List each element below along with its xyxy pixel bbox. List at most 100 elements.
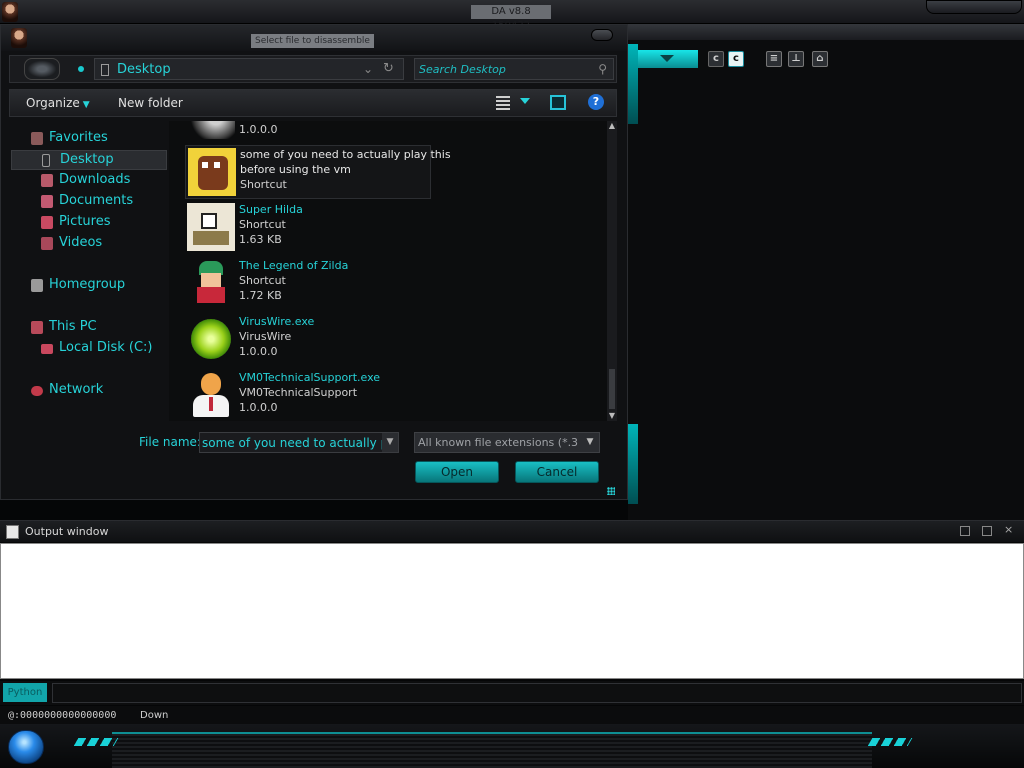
resize-grip-icon[interactable] xyxy=(607,487,615,495)
file-item[interactable]: VM0TechnicalSupport.exe VM0TechnicalSupp… xyxy=(185,369,431,421)
back-forward-icon[interactable] xyxy=(24,58,60,80)
toolbar-graph-icon[interactable]: ⌂ xyxy=(812,51,828,67)
change-view-icon[interactable] xyxy=(496,96,510,110)
search-box[interactable]: ⚲ xyxy=(414,58,614,80)
sidebar-item-label: Network xyxy=(49,382,104,397)
dialog-avatar-icon xyxy=(11,28,27,48)
file-name: VirusWire.exe xyxy=(239,315,315,328)
shortcut-hilda-icon xyxy=(187,203,235,251)
dialog-close-button[interactable] xyxy=(591,29,613,41)
scroll-down-icon[interactable]: ▼ xyxy=(607,411,617,421)
scroll-up-icon[interactable]: ▲ xyxy=(607,121,617,131)
app-icon xyxy=(187,121,235,139)
organize-button[interactable]: Organize ▼ xyxy=(26,96,90,110)
sidebar-item-this-pc[interactable]: This PC xyxy=(9,318,165,338)
command-row: Python xyxy=(0,681,1024,705)
taskbar-lights-right xyxy=(867,738,913,746)
panel-dropdown-button[interactable] xyxy=(638,50,698,68)
python-language-button[interactable]: Python xyxy=(3,683,47,702)
computer-icon xyxy=(31,321,43,334)
navigation-pane: Favorites Desktop Downloads Documents Pi… xyxy=(9,121,167,421)
sidebar-item-videos[interactable]: Videos xyxy=(9,234,165,254)
file-version: 1.0.0.0 xyxy=(239,345,278,358)
sidebar-item-desktop[interactable]: Desktop xyxy=(11,150,167,170)
star-icon xyxy=(31,132,43,145)
address-bar[interactable]: Desktop ⌄ ↻ xyxy=(94,58,404,80)
title-bar: DA v8.8 150422 xyxy=(0,0,1024,31)
file-item[interactable]: Super Hilda Shortcut 1.63 KB xyxy=(185,201,431,255)
open-file-dialog: Select file to disassemble Desktop ⌄ ↻ ⚲… xyxy=(0,24,628,500)
chevron-down-icon[interactable]: ▼ xyxy=(583,433,597,452)
sidebar-item-label: Videos xyxy=(59,235,103,250)
file-item[interactable]: 1.0.0.0 xyxy=(185,121,431,141)
file-item-selected[interactable]: some of you need to actually play this b… xyxy=(185,145,451,199)
sidebar-item-label: Homegroup xyxy=(49,277,126,292)
status-address: @:0000000000000000 xyxy=(8,710,117,721)
sidebar-item-network[interactable]: Network xyxy=(9,381,165,401)
start-button-icon[interactable] xyxy=(8,730,44,764)
status-search-direction: Down xyxy=(140,710,169,721)
sidebar-item-favorites[interactable]: Favorites xyxy=(9,129,165,149)
toolbar-c-highlight-icon[interactable]: c xyxy=(728,51,744,67)
sidebar-item-documents[interactable]: Documents xyxy=(9,192,165,212)
network-icon xyxy=(31,386,43,396)
recent-locations-icon[interactable] xyxy=(78,66,84,72)
sidebar-item-downloads[interactable]: Downloads xyxy=(9,171,165,191)
address-text: Desktop xyxy=(117,62,171,77)
toolbar-list-icon[interactable]: ≡ xyxy=(766,51,782,67)
toolbar-c-icon[interactable]: c xyxy=(708,51,724,67)
file-list-scrollbar[interactable]: ▲ ▼ xyxy=(607,121,617,421)
sidebar-item-pictures[interactable]: Pictures xyxy=(9,213,165,233)
view-dropdown-icon[interactable] xyxy=(520,98,530,104)
scrollbar-thumb[interactable] xyxy=(609,369,615,409)
sidebar-item-homegroup[interactable]: Homegroup xyxy=(9,276,165,296)
file-item[interactable]: VirusWire.exe VirusWire 1.0.0.0 xyxy=(185,313,431,367)
file-name-combo[interactable]: ▼ xyxy=(199,432,399,453)
dialog-caption: Select file to disassemble xyxy=(251,34,374,48)
taskbar-band xyxy=(112,732,872,768)
file-size: 1.72 KB xyxy=(239,289,282,302)
search-input[interactable] xyxy=(419,61,589,77)
file-name: The Legend of Zilda xyxy=(239,259,349,272)
restore-icon[interactable] xyxy=(982,526,992,536)
shortcut-dog-icon xyxy=(188,148,236,196)
open-button[interactable]: Open xyxy=(415,461,499,483)
sidebar-item-label: Downloads xyxy=(59,172,131,187)
preview-pane-icon[interactable] xyxy=(550,95,566,110)
output-window-title: Output window xyxy=(25,525,109,538)
file-type: Shortcut xyxy=(239,218,286,231)
new-folder-button[interactable]: New folder xyxy=(118,96,183,110)
output-text-area[interactable] xyxy=(0,543,1024,679)
close-icon[interactable]: × xyxy=(1004,524,1014,536)
file-type-filter[interactable]: All known file extensions (*.386 ▼ xyxy=(414,432,600,453)
command-input[interactable] xyxy=(52,683,1022,703)
help-icon[interactable]: ? xyxy=(588,94,604,110)
sidebar-item-label: Local Disk (C:) xyxy=(59,340,153,355)
window-controls[interactable] xyxy=(926,0,1022,14)
file-name-continued: before using the vm xyxy=(240,163,351,176)
toolbar-tree-icon[interactable]: ⊥ xyxy=(788,51,804,67)
chevron-down-icon[interactable]: ▼ xyxy=(382,433,398,452)
refresh-icon[interactable]: ↻ xyxy=(383,61,394,76)
status-bar: @:0000000000000000 Down xyxy=(0,706,1024,724)
search-icon[interactable]: ⚲ xyxy=(598,62,607,76)
file-name-input[interactable] xyxy=(202,435,382,451)
sidebar-item-local-disk[interactable]: Local Disk (C:) xyxy=(9,339,165,359)
sidebar-item-label: This PC xyxy=(49,319,97,334)
file-item[interactable]: The Legend of Zilda Shortcut 1.72 KB xyxy=(185,257,431,311)
file-list: 1.0.0.0 some of you need to actually pla… xyxy=(169,121,607,421)
output-window-icon xyxy=(6,525,19,539)
taskbar xyxy=(0,724,1024,768)
command-bar: Organize ▼ New folder ? xyxy=(9,89,617,117)
file-type: Shortcut xyxy=(239,274,286,287)
downloads-icon xyxy=(41,174,53,187)
cancel-button[interactable]: Cancel xyxy=(515,461,599,483)
chevron-down-icon: ▼ xyxy=(82,100,90,110)
file-name: some of you need to actually play this xyxy=(240,148,451,161)
sidebar-item-label: Documents xyxy=(59,193,134,208)
chevron-down-icon[interactable]: ⌄ xyxy=(363,62,373,76)
tech-support-icon xyxy=(187,371,235,419)
file-name: VM0TechnicalSupport.exe xyxy=(239,371,381,384)
maximize-icon[interactable] xyxy=(960,526,970,536)
file-size: 1.63 KB xyxy=(239,233,282,246)
